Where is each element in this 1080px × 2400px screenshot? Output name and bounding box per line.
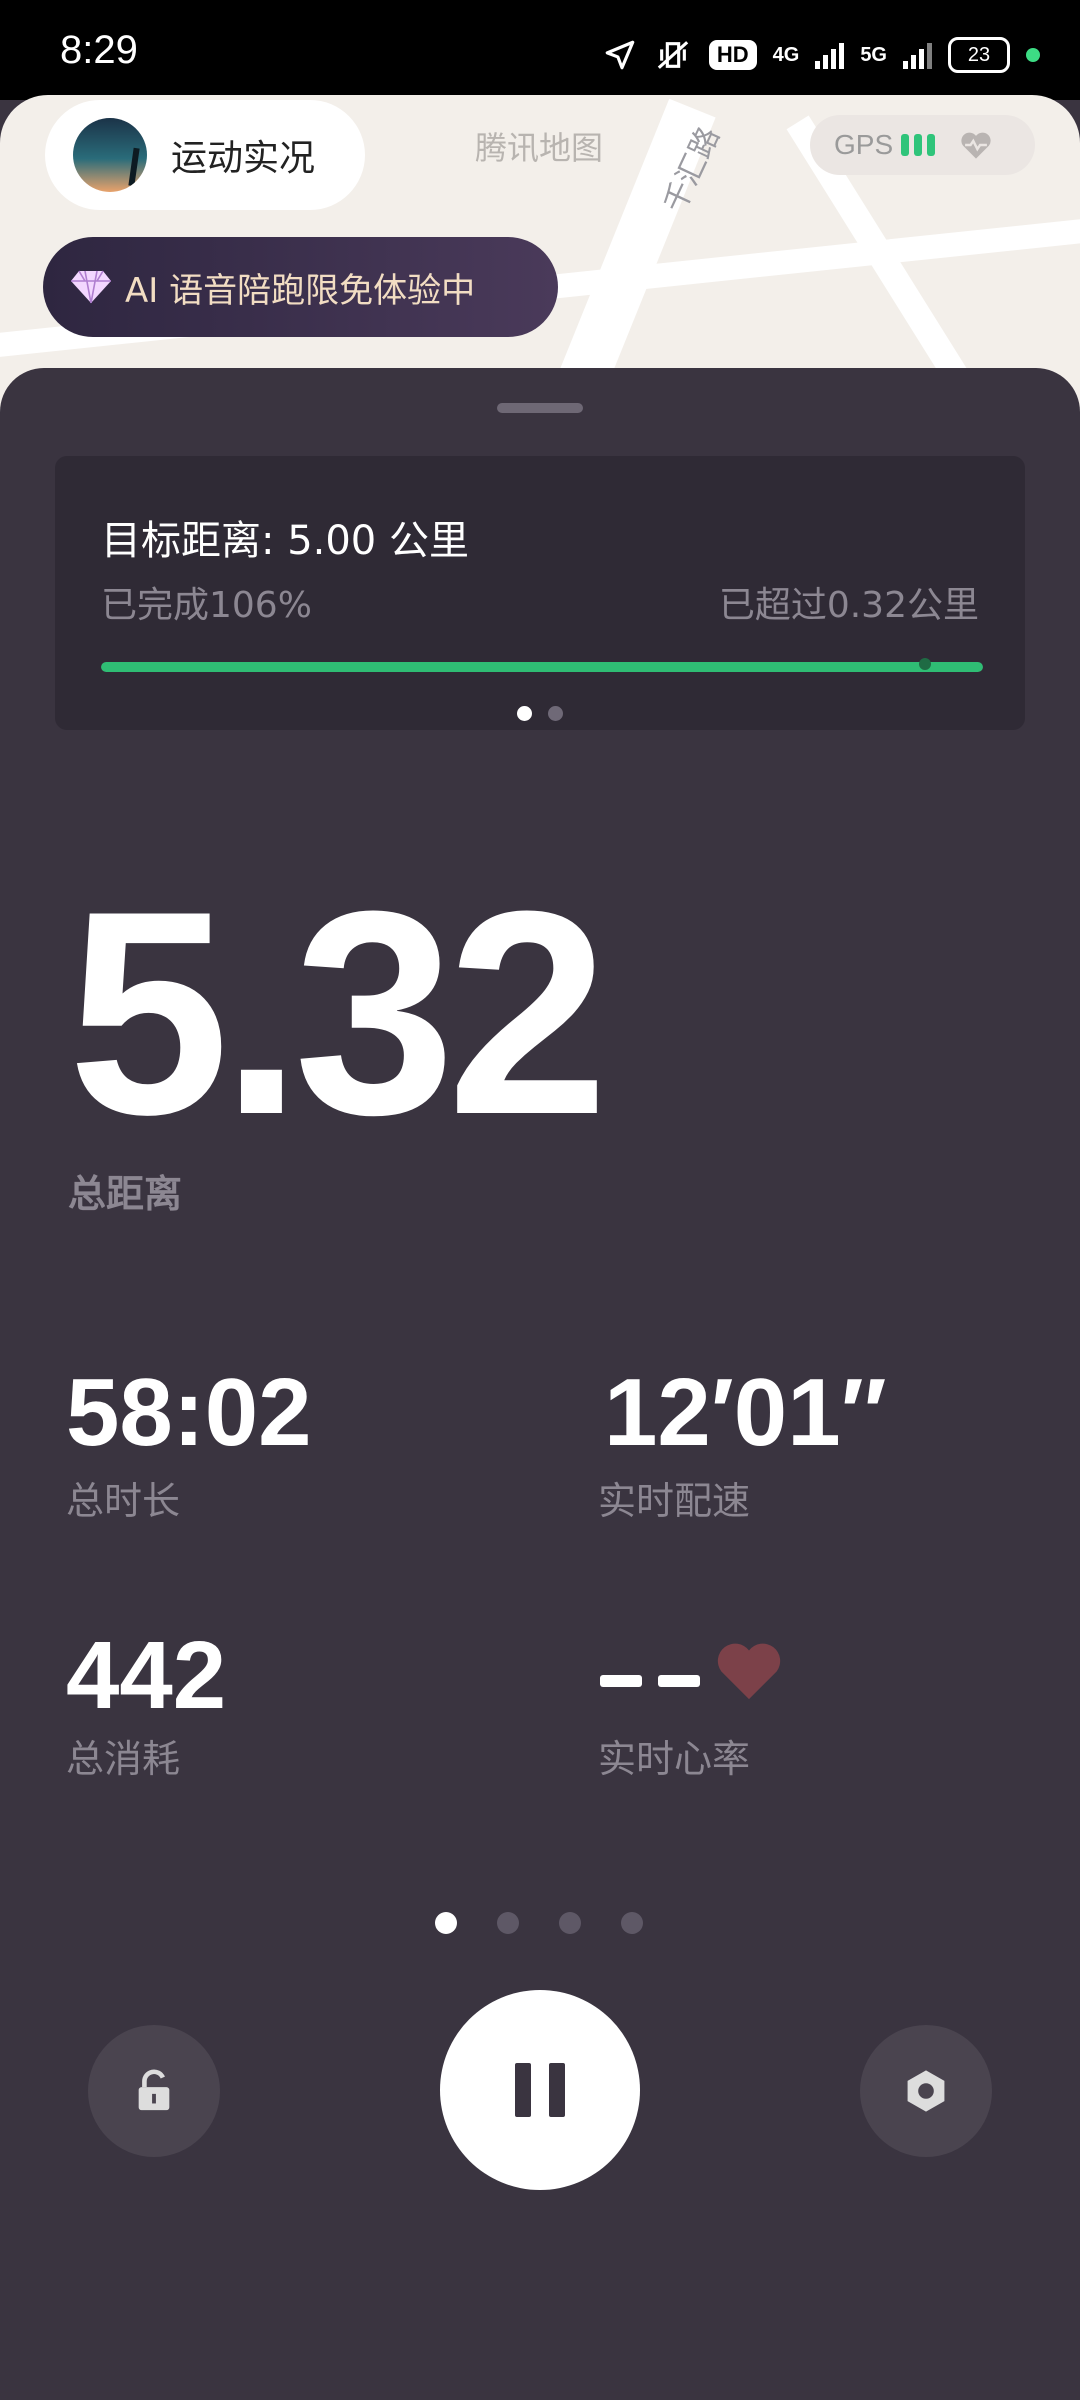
hexagon-settings-icon xyxy=(907,2070,945,2112)
pager-dot[interactable] xyxy=(621,1912,643,1934)
pause-icon xyxy=(515,2063,531,2117)
total-duration-value: 58:02 xyxy=(66,1359,312,1466)
gps-status-pill[interactable]: GPS xyxy=(810,115,1035,175)
ai-voice-banner[interactable]: AI 语音陪跑限免体验中 xyxy=(43,237,558,337)
heart-rate-device-icon xyxy=(961,132,991,159)
realtime-pace-value: 12′01″ xyxy=(604,1359,887,1466)
pager-dot[interactable] xyxy=(435,1912,457,1934)
goal-title: 目标距离: 5.00 公里 xyxy=(101,518,469,564)
goal-progress-fill xyxy=(101,662,983,672)
signal-2-icon xyxy=(903,41,932,69)
status-time: 8:29 xyxy=(60,28,138,72)
goal-card-pager[interactable] xyxy=(517,706,563,721)
map-provider-label: 腾讯地图 xyxy=(475,129,604,167)
ai-banner-text: AI 语音陪跑限免体验中 xyxy=(125,270,476,311)
pause-button[interactable] xyxy=(440,1990,640,2190)
goal-exceeded-text: 已超过0.32公里 xyxy=(718,585,979,626)
location-arrow-icon xyxy=(605,40,635,70)
lock-button[interactable] xyxy=(88,2025,220,2157)
privacy-dot-icon xyxy=(1026,48,1040,62)
diamond-icon xyxy=(71,270,111,304)
unlock-icon xyxy=(138,2069,170,2111)
signal-1-icon xyxy=(815,41,845,69)
total-distance-label: 总距离 xyxy=(68,1172,183,1216)
settings-button[interactable] xyxy=(860,2025,992,2157)
status-icons: HD 4G 5G 23 xyxy=(603,30,1040,80)
network-4g-label: 4G xyxy=(772,43,800,66)
status-bar: 8:29 HD 4G 5G 23 xyxy=(0,0,1080,100)
stats-pager[interactable] xyxy=(435,1912,643,1934)
pager-dot[interactable] xyxy=(517,706,532,721)
gps-signal-icon xyxy=(901,134,936,156)
pager-dot[interactable] xyxy=(548,706,563,721)
pager-dot[interactable] xyxy=(559,1912,581,1934)
network-5g-label: 5G xyxy=(860,43,887,66)
goal-card[interactable]: 目标距离: 5.00 公里 已完成106% 已超过0.32公里 xyxy=(55,456,1025,730)
heart-icon xyxy=(717,1643,781,1700)
realtime-pace-label: 实时配速 xyxy=(598,1479,751,1523)
total-calories-label: 总消耗 xyxy=(66,1737,181,1781)
avatar xyxy=(73,118,147,192)
vibrate-mute-icon xyxy=(657,41,689,69)
goal-completed-text: 已完成106% xyxy=(101,585,312,626)
total-distance-value: 5.32 xyxy=(68,851,608,1175)
pager-dot[interactable] xyxy=(497,1912,519,1934)
workout-sheet: 目标距离: 5.00 公里 已完成106% 已超过0.32公里 5.32 总距离… xyxy=(0,368,1080,2400)
total-duration-label: 总时长 xyxy=(66,1479,181,1523)
page-title: 运动实况 xyxy=(171,138,316,179)
gps-label: GPS xyxy=(834,129,894,160)
battery-indicator: 23 xyxy=(948,37,1010,73)
goal-progress-bar xyxy=(101,662,983,672)
drag-handle[interactable] xyxy=(497,403,583,413)
hd-badge: HD xyxy=(708,40,757,70)
goal-target-marker xyxy=(919,658,931,670)
activity-title-pill[interactable]: 运动实况 xyxy=(45,100,365,210)
total-calories-value: 442 xyxy=(66,1622,227,1729)
realtime-heart-rate-label: 实时心率 xyxy=(598,1737,751,1781)
heart-rate-value: -- xyxy=(600,1675,700,1687)
